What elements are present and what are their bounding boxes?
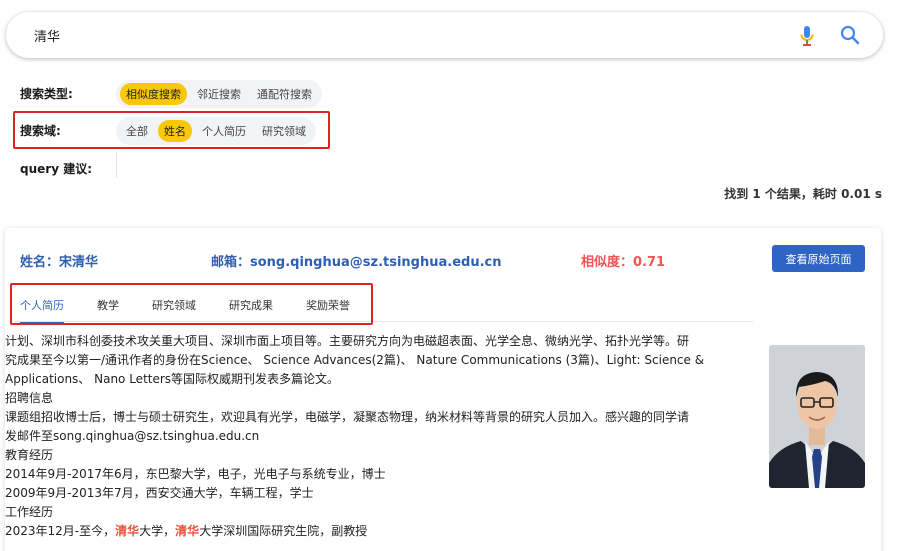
work-suffix: 大学深圳国际研究生院，副教授 (199, 524, 368, 538)
result-email: 邮箱：song.qinghua@sz.tsinghua.edu.cn (211, 255, 502, 270)
chip-field-research[interactable]: 研究领域 (256, 120, 312, 142)
person-portrait-image (769, 345, 865, 488)
content-line: 发邮件至song.qinghua@sz.tsinghua.edu.cn (5, 429, 260, 443)
tab-teaching[interactable]: 教学 (97, 297, 119, 323)
result-similarity: 相似度：0.71 (581, 255, 666, 270)
search-field-label: 搜索域: (20, 124, 61, 138)
search-icon[interactable] (839, 24, 861, 46)
tab-resume[interactable]: 个人简历 (20, 297, 64, 323)
search-type-label: 搜索类型: (20, 87, 73, 101)
result-name: 姓名：宋清华 (20, 255, 99, 270)
content-line-work: 2023年12月-至今，清华大学，清华大学深圳国际研究生院，副教授 (5, 522, 750, 541)
content-line: 课题组招收博士后，博士与硕士研究生，欢迎具有光学，电磁学，凝聚态物理，纳米材料等… (5, 410, 690, 424)
clipped-line (5, 322, 750, 332)
tab-research-results[interactable]: 研究成果 (229, 297, 273, 323)
search-field-group: 全部 姓名 个人简历 研究领域 (116, 117, 316, 145)
view-original-page-button[interactable]: 查看原始页面 (772, 245, 865, 272)
microphone-icon[interactable] (799, 25, 815, 47)
content-line: 计划、深圳市科创委技术攻关重大项目、深圳市面上项目等。主要研究方向为电磁超表面、… (5, 334, 690, 348)
search-input[interactable] (34, 20, 734, 50)
highlight-term: 清华 (175, 524, 200, 538)
search-type-group: 相似度搜索 邻近搜索 通配符搜索 (116, 80, 322, 108)
query-suggestion-label: query 建议: (20, 162, 92, 176)
chip-similarity-search[interactable]: 相似度搜索 (120, 83, 187, 105)
work-prefix: 2023年12月-至今， (5, 524, 116, 538)
result-tabs: 个人简历 教学 研究领域 研究成果 奖励荣誉 (20, 297, 383, 323)
chip-field-name[interactable]: 姓名 (158, 120, 192, 142)
content-line: Applications、 Nano Letters等国际权威期刊发表多篇论文。 (5, 372, 340, 386)
search-bar (6, 12, 883, 58)
result-summary: 找到 1 个结果，耗时 0.01 s (724, 187, 882, 201)
chip-field-resume[interactable]: 个人简历 (196, 120, 252, 142)
chip-wildcard-search[interactable]: 通配符搜索 (251, 83, 318, 105)
content-line: 教育经历 (5, 448, 54, 462)
content-line: 招聘信息 (5, 391, 54, 405)
highlight-term: 清华 (115, 524, 140, 538)
chip-field-all[interactable]: 全部 (120, 120, 154, 142)
chip-proximity-search[interactable]: 邻近搜索 (191, 83, 247, 105)
query-suggestion-divider (116, 152, 117, 178)
content-line: 工作经历 (5, 505, 54, 519)
content-line: 究成果至今以第一/通讯作者的身份在Science、 Science Advanc… (5, 353, 705, 367)
content-line: 2009年9月-2013年7月，西安交通大学，车辆工程，学士 (5, 486, 314, 500)
work-mid: 大学， (139, 524, 176, 538)
result-card: 姓名：宋清华 邮箱：song.qinghua@sz.tsinghua.edu.c… (5, 228, 881, 551)
content-line: 2014年9月-2017年6月，东巴黎大学，电子，光电子与系统专业，博士 (5, 467, 386, 481)
tab-research-area[interactable]: 研究领域 (152, 297, 196, 323)
resume-content: 计划、深圳市科创委技术攻关重大项目、深圳市面上项目等。主要研究方向为电磁超表面、… (5, 322, 750, 551)
tab-awards[interactable]: 奖励荣誉 (306, 297, 350, 323)
profile-photo (769, 345, 865, 488)
